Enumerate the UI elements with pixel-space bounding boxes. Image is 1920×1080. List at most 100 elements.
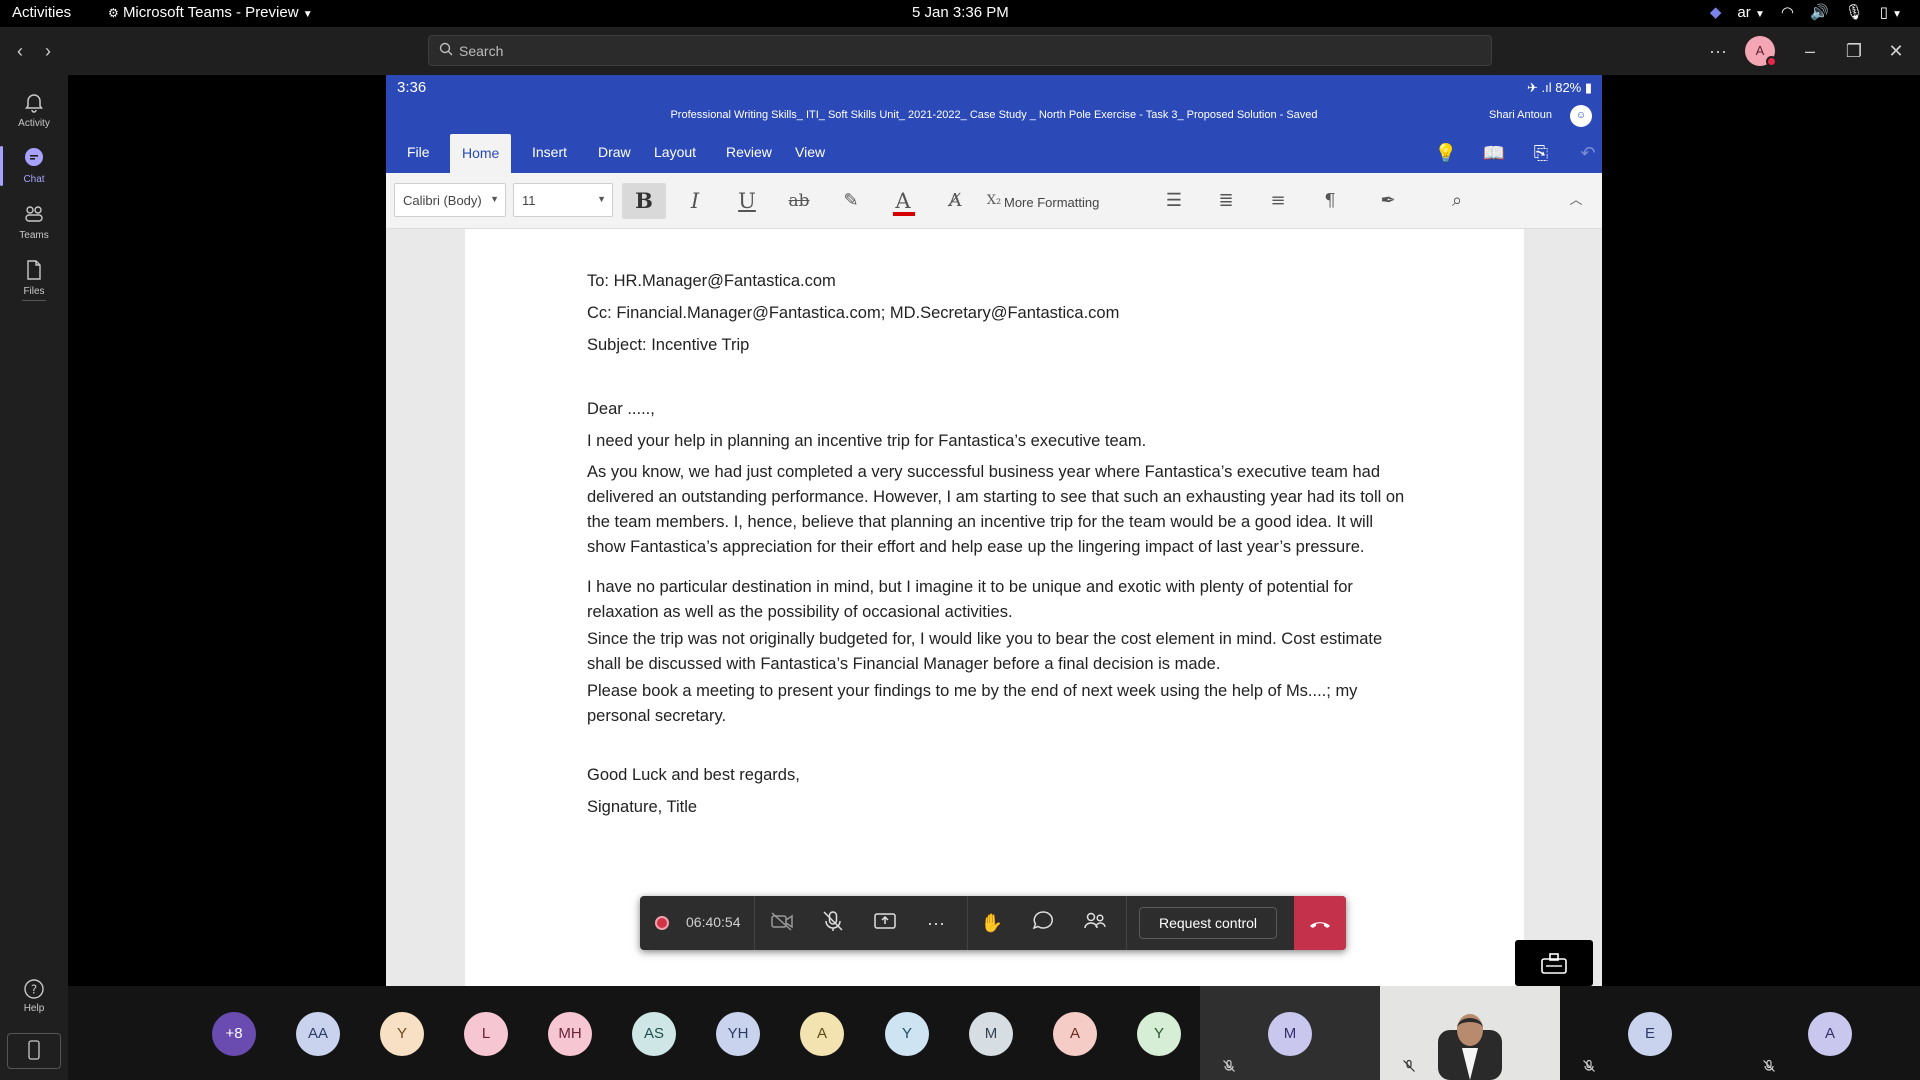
underline-icon[interactable]: U: [725, 183, 769, 219]
styles-icon[interactable]: ✒: [1366, 183, 1410, 219]
more-formatting-button[interactable]: More Formatting: [1004, 195, 1099, 210]
participant-avatar[interactable]: AS: [632, 1012, 676, 1056]
numbered-list-icon[interactable]: ≣: [1204, 183, 1248, 219]
tab-draw[interactable]: Draw: [586, 131, 643, 173]
raise-hand-icon[interactable]: ✋: [977, 908, 1007, 938]
participant-avatar[interactable]: L: [464, 1012, 508, 1056]
close-button[interactable]: ✕: [1882, 37, 1910, 65]
rail-item-activity[interactable]: Activity: [0, 84, 68, 138]
document-page[interactable]: To: HR.Manager@Fantastica.com Cc: Financ…: [465, 229, 1524, 986]
hang-up-button[interactable]: [1294, 896, 1346, 950]
paragraph-1: I need your help in planning an incentiv…: [587, 432, 1147, 450]
paragraph-format-icon[interactable]: ¶: [1308, 183, 1352, 219]
participant-avatar[interactable]: A: [1053, 1012, 1097, 1056]
align-left-icon[interactable]: ≡: [1256, 183, 1300, 219]
closing: Good Luck and best regards,: [587, 766, 800, 784]
email-subject: Subject: Incentive Trip: [587, 336, 750, 354]
participant-avatar[interactable]: Y: [380, 1012, 424, 1056]
collapse-ribbon-icon[interactable]: ︿: [1554, 183, 1598, 219]
formatting-toolbar: Calibri (Body) ▼ 11 ▼ B I U ab ✎ A A̸ X₂ M…: [386, 173, 1602, 229]
ribbon-tabs: File Home Insert Draw Layout Review View…: [386, 131, 1602, 173]
participant-tile[interactable]: A: [1740, 986, 1920, 1080]
system-top-bar: Activities ⚙ Microsoft Teams - Preview ▼…: [0, 0, 1920, 27]
more-options-icon[interactable]: ···: [1704, 37, 1732, 65]
find-icon[interactable]: ⌕: [1435, 183, 1479, 219]
highlight-icon[interactable]: ✎: [829, 183, 873, 219]
mic-off-icon: [1222, 1059, 1236, 1076]
tab-file[interactable]: File: [395, 131, 442, 173]
search-box[interactable]: [428, 35, 1492, 66]
reading-view-icon[interactable]: 📖: [1482, 141, 1506, 165]
phone-status-bar: 3:36 ✈ .ıl 82% ▮: [386, 75, 1602, 101]
file-icon: [27, 260, 41, 280]
request-control-button[interactable]: Request control: [1139, 907, 1277, 939]
bold-icon[interactable]: B: [622, 183, 666, 219]
participant-avatar[interactable]: YH: [716, 1012, 760, 1056]
mic-off-icon: [1582, 1059, 1596, 1076]
forward-button[interactable]: ›: [36, 39, 60, 63]
tab-layout[interactable]: Layout: [642, 131, 708, 173]
participant-avatar[interactable]: +8: [212, 1012, 256, 1056]
mic-off-icon: [1762, 1059, 1776, 1076]
mic-off-icon[interactable]: [818, 908, 848, 938]
divider: [754, 896, 755, 950]
participant-avatar[interactable]: AA: [296, 1012, 340, 1056]
device-button[interactable]: [7, 1033, 61, 1069]
rail-item-chat[interactable]: Chat: [0, 140, 68, 194]
chevron-down-icon: ▼: [490, 194, 499, 204]
call-controls: 06:40:54 ··· ✋ Request control: [640, 896, 1346, 950]
font-size-select[interactable]: 11 ▼: [513, 183, 613, 217]
user-name: Shari Antoun: [1489, 109, 1552, 121]
lightbulb-icon[interactable]: 💡: [1434, 141, 1458, 165]
participant-avatar: M: [1268, 1012, 1312, 1056]
clock[interactable]: 5 Jan 3:36 PM: [912, 4, 1009, 21]
participant-video-tile[interactable]: [1380, 986, 1560, 1080]
tab-insert[interactable]: Insert: [520, 131, 579, 173]
participant-avatar[interactable]: A: [800, 1012, 844, 1056]
help-button[interactable]: ? Help: [0, 978, 68, 1014]
system-tray[interactable]: ◆ ar ▼ ◠ 🔊 🎙 ▯ ▼: [1710, 3, 1902, 22]
paragraph-5: Please book a meeting to present your fi…: [587, 682, 1358, 725]
strikethrough-icon[interactable]: ab: [777, 183, 821, 219]
rail-item-teams[interactable]: Teams: [0, 196, 68, 250]
mic-icon: 🎙: [1844, 4, 1864, 21]
user-avatar: ☺: [1570, 105, 1592, 127]
font-name-select[interactable]: Calibri (Body) ▼: [394, 183, 506, 217]
rail-item-files[interactable]: Files: [0, 252, 68, 306]
teams-tray-icon[interactable]: ◆: [1710, 3, 1722, 21]
share-icon[interactable]: ⎘: [1529, 141, 1553, 165]
tab-review[interactable]: Review: [714, 131, 784, 173]
divider: [967, 896, 968, 950]
clear-formatting-icon[interactable]: A̸: [933, 183, 977, 219]
app-menu[interactable]: ⚙ Microsoft Teams - Preview ▼: [108, 4, 313, 21]
font-color-icon[interactable]: A: [881, 183, 925, 219]
volume-icon: 🔊: [1809, 4, 1829, 21]
participant-tile[interactable]: E: [1560, 986, 1740, 1080]
participant-avatar[interactable]: Y: [885, 1012, 929, 1056]
activities-button[interactable]: Activities: [12, 4, 71, 21]
undo-icon[interactable]: ↶: [1576, 141, 1600, 165]
chat-bubble-icon[interactable]: [1028, 908, 1058, 938]
chevron-down-icon: ▼: [302, 9, 313, 20]
share-tray-button[interactable]: [1515, 940, 1593, 986]
share-screen-icon[interactable]: [870, 908, 900, 938]
search-input[interactable]: [459, 36, 1479, 65]
camera-off-icon[interactable]: [767, 908, 797, 938]
bullet-list-icon[interactable]: ☰: [1152, 183, 1196, 219]
tab-view[interactable]: View: [783, 131, 837, 173]
keyboard-layout[interactable]: ar ▼: [1737, 4, 1764, 21]
back-button[interactable]: ‹: [8, 39, 32, 63]
paragraph-2: As you know, we had just completed a ver…: [587, 463, 1405, 556]
italic-icon[interactable]: I: [673, 183, 717, 219]
divider: [1126, 896, 1127, 950]
participant-avatar[interactable]: M: [969, 1012, 1013, 1056]
avatar[interactable]: A: [1745, 36, 1777, 67]
tab-home[interactable]: Home: [450, 134, 512, 173]
restore-button[interactable]: ❐: [1840, 37, 1868, 65]
participant-avatar[interactable]: Y: [1137, 1012, 1181, 1056]
more-actions-icon[interactable]: ···: [921, 908, 951, 938]
minimize-button[interactable]: –: [1796, 37, 1824, 65]
participant-tile[interactable]: M: [1200, 986, 1380, 1080]
participants-icon[interactable]: [1080, 908, 1110, 938]
participant-avatar[interactable]: MH: [548, 1012, 592, 1056]
